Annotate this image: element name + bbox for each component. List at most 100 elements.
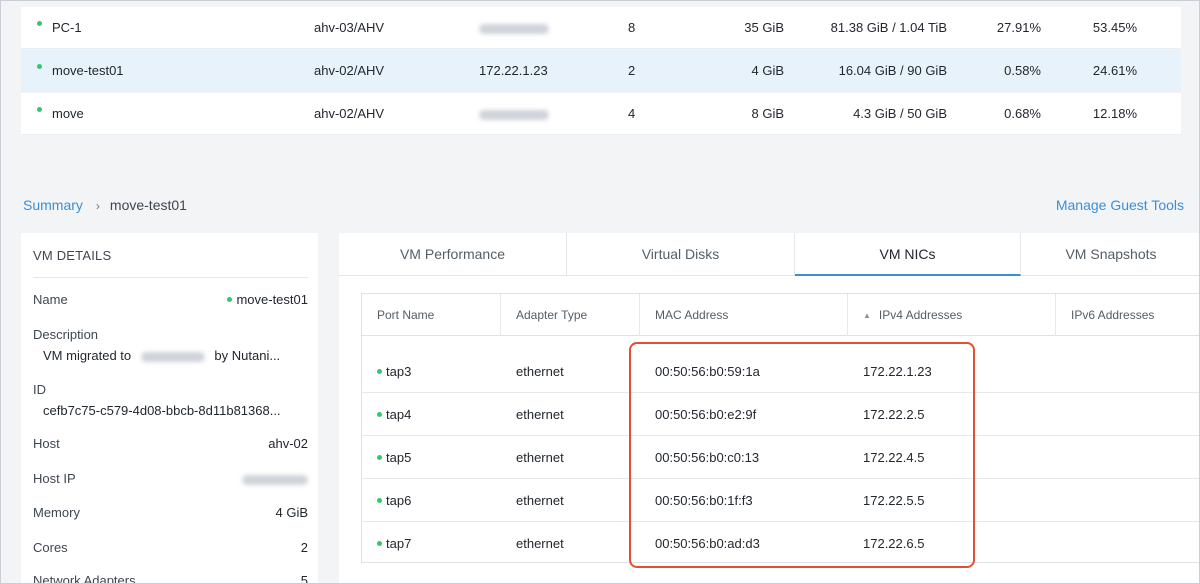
- nic-ipv4-address: 172.22.2.5: [863, 407, 925, 422]
- detail-value: 5: [300, 573, 308, 584]
- manage-guest-tools-link[interactable]: Manage Guest Tools: [1056, 197, 1184, 213]
- table-row[interactable]: tap6 ethernet 00:50:56:b0:1f:f3 172.22.5…: [362, 479, 1199, 522]
- detail-label: Network Adapters: [33, 573, 136, 584]
- vm-cores: 8: [628, 20, 636, 35]
- vm-details-panel: VM DETAILS Name move-test01 Description …: [21, 233, 318, 584]
- table-row[interactable]: tap4 ethernet 00:50:56:b0:e2:9f 172.22.2…: [362, 393, 1199, 436]
- table-row-pc-1[interactable]: PC-1 ahv-03/AHV 8 35 GiB 81.38 GiB / 1.0…: [21, 7, 1181, 49]
- vm-memory: 8 GiB: [751, 106, 784, 121]
- status-dot-icon: [37, 107, 42, 113]
- detail-value: ahv-02: [268, 436, 308, 451]
- detail-description: Description VM migrated to by Nutani...: [33, 327, 308, 363]
- column-header-ipv4-addresses[interactable]: ▲ IPv4 Addresses: [848, 294, 1056, 336]
- vm-host: ahv-02/AHV: [314, 106, 385, 121]
- status-dot-icon: [37, 21, 42, 27]
- chevron-right-icon: ›: [95, 199, 100, 213]
- detail-label: Host: [33, 436, 60, 451]
- vm-host: ahv-03/AHV: [314, 20, 385, 35]
- vm-storage: 81.38 GiB / 1.04 TiB: [830, 20, 947, 35]
- nic-mac-address: 00:50:56:b0:e2:9f: [655, 407, 757, 422]
- detail-value: cefb7c75-c579-4d08-bbcb-8d11b81368...: [43, 403, 281, 418]
- nic-mac-address: 00:50:56:b0:59:1a: [655, 364, 760, 379]
- table-row[interactable]: tap5 ethernet 00:50:56:b0:c0:13 172.22.4…: [362, 436, 1199, 479]
- tab-vm-snapshots[interactable]: VM Snapshots: [1021, 233, 1199, 276]
- vm-ip: 172.22.1.23: [479, 63, 548, 78]
- nic-port-name: tap3: [386, 364, 412, 379]
- status-dot-icon: [377, 498, 382, 504]
- nic-ipv4-address: 172.22.4.5: [863, 450, 925, 465]
- column-header-port-name[interactable]: Port Name: [362, 294, 501, 336]
- status-dot-icon: [227, 297, 233, 303]
- table-row-move[interactable]: move ahv-02/AHV 4 8 GiB 4.3 GiB / 50 GiB…: [21, 93, 1181, 135]
- nic-ipv4-address: 172.22.5.5: [863, 493, 925, 508]
- breadcrumb-current: move-test01: [109, 197, 187, 213]
- redacted-ip: [140, 351, 205, 362]
- nic-port-name: tap4: [386, 407, 412, 422]
- nic-port-name: tap5: [386, 450, 412, 465]
- detail-name: Name move-test01: [33, 292, 308, 307]
- column-header-ipv6-addresses[interactable]: IPv6 Addresses: [1056, 294, 1199, 336]
- vm-name: PC-1: [52, 20, 82, 35]
- nic-mac-address: 00:50:56:b0:1f:f3: [655, 493, 753, 508]
- vm-storage: 16.04 GiB / 90 GiB: [838, 63, 947, 78]
- nic-adapter-type: ethernet: [516, 493, 564, 508]
- vm-cpu-usage: 0.68%: [1004, 106, 1041, 121]
- detail-label: Name: [33, 292, 68, 307]
- nic-port-name: tap7: [386, 536, 412, 551]
- vm-name: move-test01: [52, 63, 124, 78]
- vm-memory: 35 GiB: [744, 20, 784, 35]
- nic-ipv4-address: 172.22.1.23: [863, 364, 932, 379]
- nic-port-name: tap6: [386, 493, 412, 508]
- nic-mac-address: 00:50:56:b0:c0:13: [655, 450, 760, 465]
- status-dot-icon: [377, 455, 382, 461]
- screenshot-frame: PC-1 ahv-03/AHV 8 35 GiB 81.38 GiB / 1.0…: [0, 0, 1200, 584]
- divider: [33, 277, 308, 278]
- detail-network-adapters: Network Adapters 5: [33, 573, 308, 584]
- detail-value: 4 GiB: [275, 505, 308, 520]
- vm-cpu-usage: 0.58%: [1004, 63, 1041, 78]
- tab-vm-nics[interactable]: VM NICs: [795, 233, 1021, 276]
- detail-value: VM migrated to: [43, 348, 132, 363]
- table-row[interactable]: tap7 ethernet 00:50:56:b0:ad:d3 172.22.6…: [362, 522, 1199, 565]
- status-dot-icon: [377, 541, 382, 547]
- vm-memory-usage: 12.18%: [1092, 106, 1137, 121]
- nic-mac-address: 00:50:56:b0:ad:d3: [655, 536, 760, 551]
- detail-label: Cores: [33, 540, 68, 555]
- tab-vm-performance[interactable]: VM Performance: [339, 233, 567, 276]
- sort-ascending-icon: ▲: [863, 311, 871, 320]
- column-header-adapter-type[interactable]: Adapter Type: [501, 294, 640, 336]
- detail-host: Host ahv-02: [33, 436, 308, 451]
- vm-memory: 4 GiB: [751, 63, 784, 78]
- detail-value: move-test01: [236, 292, 308, 307]
- nic-table: Port Name Adapter Type MAC Address ▲ IPv4…: [361, 293, 1199, 565]
- vm-ip-redacted: [479, 93, 549, 135]
- column-header-mac-address[interactable]: MAC Address: [640, 294, 848, 336]
- status-dot-icon: [377, 369, 382, 375]
- detail-value-redacted: [242, 471, 308, 486]
- detail-label: ID: [33, 382, 46, 397]
- nic-adapter-type: ethernet: [516, 407, 564, 422]
- vm-memory-usage: 24.61%: [1092, 63, 1137, 78]
- detail-label: Description: [33, 327, 99, 342]
- vm-table: PC-1 ahv-03/AHV 8 35 GiB 81.38 GiB / 1.0…: [21, 7, 1181, 179]
- detail-label: Memory: [33, 505, 80, 520]
- nic-adapter-type: ethernet: [516, 364, 564, 379]
- vm-memory-usage: 53.45%: [1092, 20, 1137, 35]
- breadcrumb: Summary › move-test01: [23, 197, 187, 213]
- vm-cores: 4: [628, 106, 636, 121]
- nic-ipv4-address: 172.22.6.5: [863, 536, 925, 551]
- vm-cpu-usage: 27.91%: [996, 20, 1041, 35]
- table-row[interactable]: tap3 ethernet 00:50:56:b0:59:1a 172.22.1…: [362, 350, 1199, 393]
- nic-adapter-type: ethernet: [516, 536, 564, 551]
- breadcrumb-summary-link[interactable]: Summary: [23, 197, 83, 213]
- vm-storage: 4.3 GiB / 50 GiB: [853, 106, 947, 121]
- detail-value: by Nutani...: [214, 348, 281, 363]
- tab-virtual-disks[interactable]: Virtual Disks: [567, 233, 795, 276]
- vm-name: move: [52, 106, 84, 121]
- vm-host: ahv-02/AHV: [314, 63, 385, 78]
- table-row-move-test01[interactable]: move-test01 ahv-02/AHV 172.22.1.23 2 4 G…: [21, 50, 1181, 92]
- detail-cores: Cores 2: [33, 540, 308, 555]
- vm-ip-redacted: [479, 7, 549, 49]
- detail-label: Host IP: [33, 471, 76, 486]
- status-dot-icon: [377, 412, 382, 418]
